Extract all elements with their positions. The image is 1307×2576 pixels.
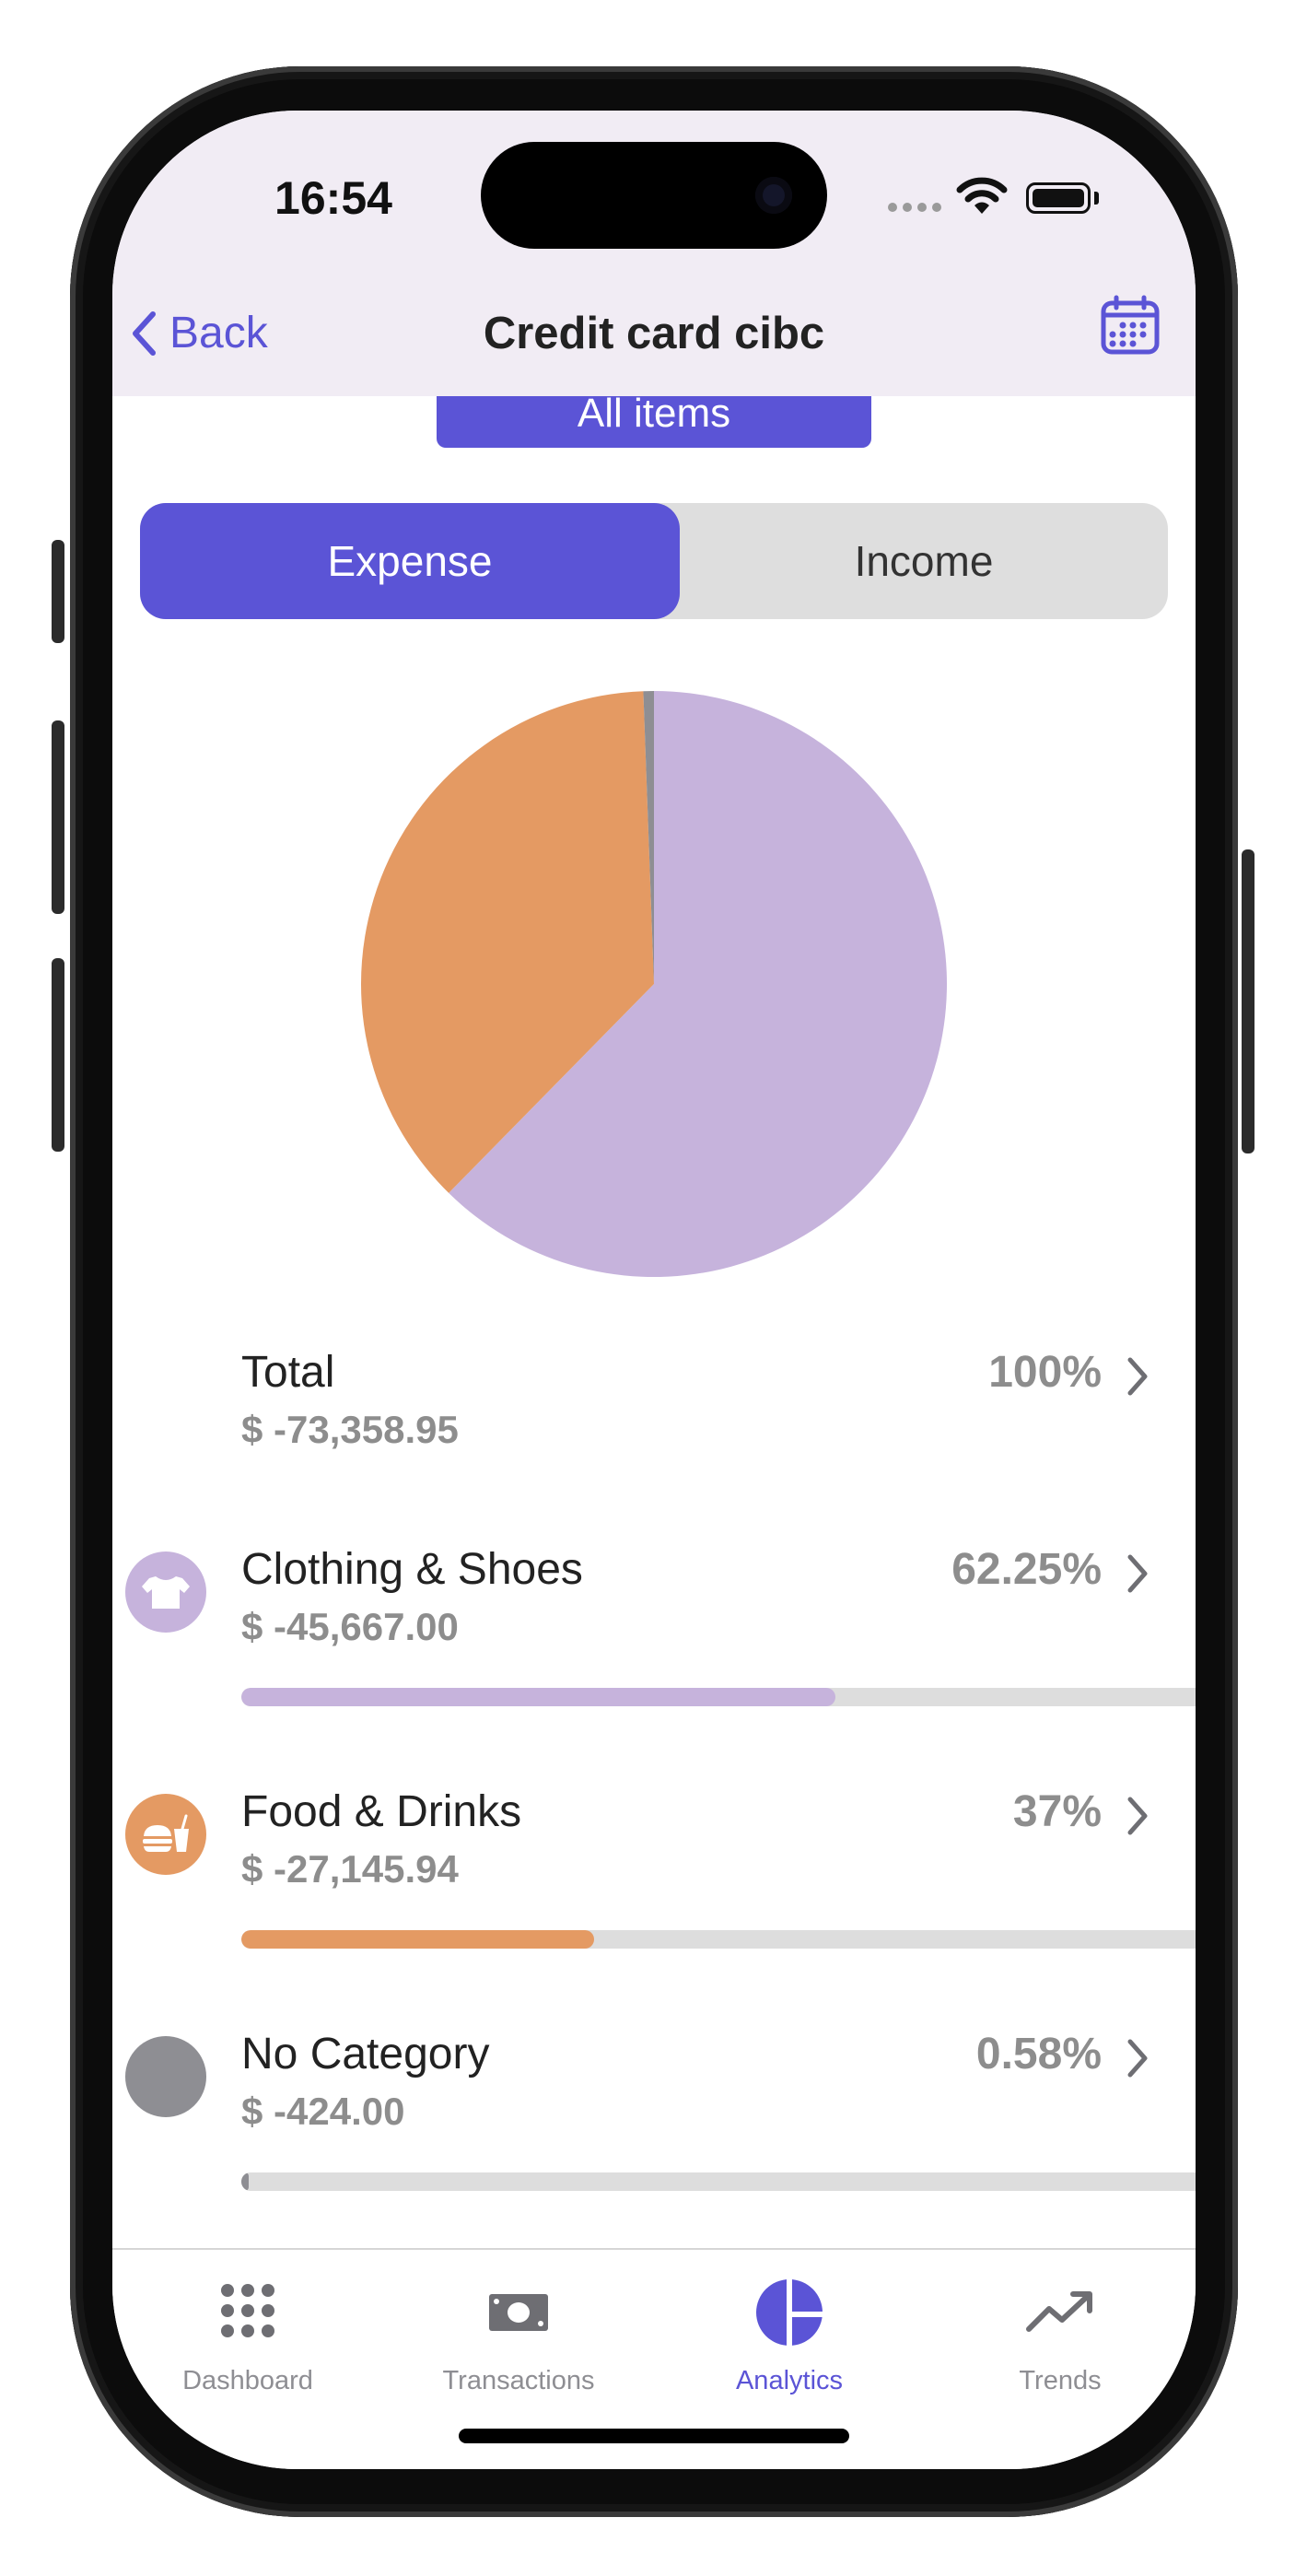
expense-income-segment: Expense Income — [140, 503, 1168, 619]
phone-screen: 16:54 Back Credit card cibc All items Ex… — [112, 111, 1196, 2469]
expense-segment[interactable]: Expense — [140, 503, 680, 619]
calendar-icon[interactable] — [1100, 295, 1161, 356]
banknote-icon — [489, 2294, 548, 2331]
volume-down-button — [52, 958, 64, 1152]
chevron-left-icon — [133, 310, 156, 356]
circle-icon — [125, 2036, 206, 2117]
status-time: 16:54 — [274, 172, 392, 224]
expense-pie-chart — [361, 691, 948, 1277]
tab-label: Dashboard — [182, 2366, 313, 2395]
category-name: No Category — [241, 2030, 490, 2078]
battery-tip — [1094, 192, 1099, 205]
cellular-signal-icon — [888, 203, 941, 212]
progress-fill — [241, 1688, 835, 1706]
fast-food-icon — [125, 1794, 206, 1875]
category-amount: $ -424.00 — [241, 2090, 405, 2133]
action-button — [52, 540, 64, 643]
back-button[interactable]: Back — [131, 308, 268, 358]
chevron-right-icon — [1127, 1357, 1148, 1396]
home-indicator — [459, 2429, 849, 2443]
progress-track — [241, 1688, 1196, 1706]
total-label: Total — [241, 1348, 335, 1397]
tab-label: Analytics — [735, 2366, 844, 2395]
total-row[interactable]: Total $ -73,358.95 100% — [112, 1347, 1196, 1476]
category-name: Clothing & Shoes — [241, 1545, 583, 1594]
progress-fill — [241, 1930, 595, 1949]
total-percent: 100% — [988, 1348, 1102, 1397]
trend-up-icon — [1026, 2291, 1092, 2332]
category-amount: $ -27,145.94 — [241, 1847, 459, 1891]
income-segment[interactable]: Income — [680, 503, 1168, 619]
chevron-right-icon — [1127, 2039, 1148, 2078]
category-row-food[interactable]: Food & Drinks $ -27,145.94 37% — [112, 1786, 1196, 1961]
progress-track — [241, 1930, 1196, 1949]
category-row-no-category[interactable]: No Category $ -424.00 0.58% — [112, 2029, 1196, 2204]
power-button — [1242, 849, 1254, 1153]
tab-label: Trends — [1019, 2366, 1102, 2395]
tab-dashboard[interactable]: Dashboard — [112, 2250, 383, 2434]
battery-icon — [1026, 182, 1091, 214]
category-percent: 0.58% — [975, 2030, 1102, 2078]
category-percent: 37% — [1012, 1787, 1102, 1836]
chevron-right-icon — [1127, 1554, 1148, 1593]
tab-label: Transactions — [442, 2366, 595, 2395]
all-items-button[interactable]: All items — [437, 393, 871, 448]
progress-track — [241, 2172, 1196, 2191]
total-amount: $ -73,358.95 — [241, 1408, 459, 1451]
camera-icon — [755, 177, 792, 214]
category-percent: 62.25% — [951, 1545, 1102, 1594]
navigation-header: 16:54 Back Credit card cibc — [112, 111, 1196, 396]
tab-analytics[interactable]: Analytics — [654, 2250, 925, 2434]
back-label: Back — [169, 309, 268, 357]
tab-trends[interactable]: Trends — [925, 2250, 1196, 2434]
page-title: Credit card cibc — [483, 309, 825, 358]
pie-chart-icon — [756, 2279, 823, 2346]
volume-up-button — [52, 720, 64, 914]
chevron-right-icon — [1127, 1797, 1148, 1835]
dynamic-island — [481, 142, 827, 249]
category-name: Food & Drinks — [241, 1787, 522, 1836]
tshirt-icon — [125, 1551, 206, 1633]
category-amount: $ -45,667.00 — [241, 1605, 459, 1648]
wifi-icon — [956, 177, 1008, 214]
tab-transactions[interactable]: Transactions — [383, 2250, 654, 2434]
category-row-clothing[interactable]: Clothing & Shoes $ -45,667.00 62.25% — [112, 1544, 1196, 1719]
progress-fill — [241, 2172, 250, 2191]
grid-dots-icon — [221, 2284, 274, 2337]
